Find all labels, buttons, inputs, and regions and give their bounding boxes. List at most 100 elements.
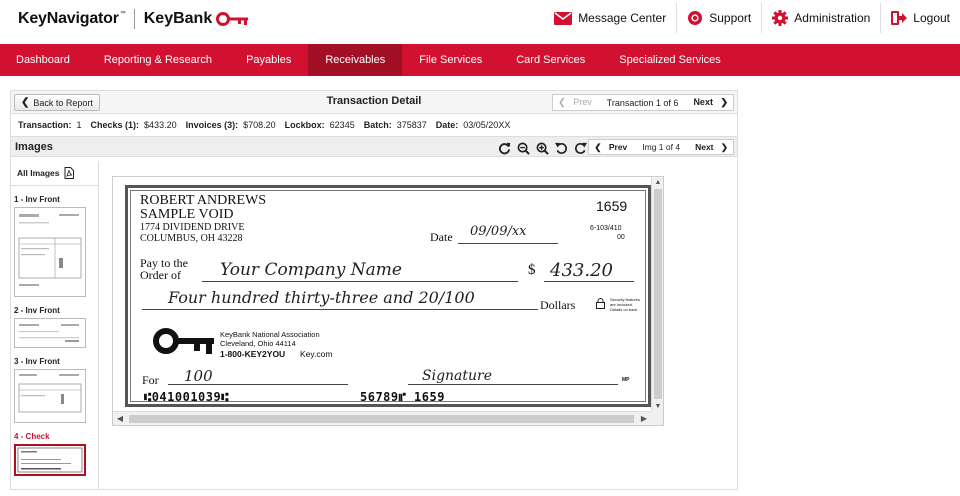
message-center-label: Message Center [578,11,667,25]
nav-payables[interactable]: Payables [229,44,308,76]
vertical-scrollbar[interactable]: ▲ ▼ [651,177,663,413]
checks-label: Checks (1): [90,120,140,130]
nav-receivables[interactable]: Receivables [308,44,403,76]
invoices-label: Invoices (3): [185,120,239,130]
zoom-out-icon [517,142,530,155]
thumbnail-3[interactable] [14,369,86,423]
images-title: Images [15,141,53,153]
top-links: Message Center Support Administration Lo… [544,3,960,33]
scroll-left-icon[interactable]: ◀ [113,412,127,426]
check-written-amount: Four hundred thirty-three and 20/100 [168,288,475,307]
administration-link[interactable]: Administration [761,3,880,33]
thumbnail-1[interactable] [14,207,86,297]
envelope-icon [554,11,573,25]
nav-reporting-research[interactable]: Reporting & Research [87,44,229,76]
check-dollars-label: Dollars [540,298,576,312]
check-payee: Your Company Name [220,260,402,280]
check-image: ROBERT ANDREWS SAMPLE VOID 1774 DIVIDEND… [125,185,651,407]
check-order-of-label: Order of [140,268,181,282]
next-image-button[interactable]: Next ❯ [685,142,733,153]
thumb-label-1: 1 - Inv Front [14,195,60,204]
prev-transaction-label: Prev [573,97,592,107]
brand-separator [133,9,135,29]
lifebuoy-icon [688,11,703,25]
rotate-right-icon [574,142,587,154]
check-bank-city: Cleveland, Ohio 44114 [220,339,296,348]
check-payee-line [202,281,518,282]
pdf-icon [64,167,74,179]
zoom-in-button[interactable] [534,140,550,156]
thumbnail-4[interactable] [14,444,86,476]
transaction-value: 1 [76,120,82,130]
refresh-button[interactable] [496,140,512,156]
message-center-link[interactable]: Message Center [544,3,676,33]
nav-dashboard[interactable]: Dashboard [0,44,87,76]
refresh-icon [498,142,510,154]
nav-card-services[interactable]: Card Services [499,44,602,76]
scrollbar-corner [651,411,663,425]
transaction-label: Transaction: [18,120,72,130]
nav-specialized-services[interactable]: Specialized Services [602,44,738,76]
all-images-button[interactable]: All Images [11,161,98,186]
support-link[interactable]: Support [676,3,761,33]
check-date-label: Date [430,230,453,244]
check-micr-routing: ⑆041001039⑆ [144,390,229,404]
rotate-right-button[interactable] [572,140,588,156]
check-signature-line [408,384,618,385]
zoom-out-button[interactable] [515,140,531,156]
image-viewer[interactable]: ROBERT ANDREWS SAMPLE VOID 1774 DIVIDEND… [112,176,664,426]
nav-file-services[interactable]: File Services [402,44,499,76]
checks-value: $433.20 [144,120,177,130]
thumb-label-2: 2 - Inv Front [14,306,60,315]
zoom-in-icon [536,142,549,155]
transaction-summary: Transaction: 1 Checks (1): $433.20 Invoi… [11,114,737,137]
check-bank-phone: 1-800-KEY2YOU [220,349,286,359]
check-written-line [142,309,538,310]
vertical-scroll-thumb[interactable] [654,189,662,399]
check-signature: Signature [422,368,493,384]
check-date-line [458,243,558,244]
check-dollar-sign: $ [528,262,536,278]
support-label: Support [709,11,752,25]
scroll-right-icon[interactable]: ▶ [637,412,651,426]
thumbnail-2[interactable] [14,318,86,348]
check-memo: 100 [184,367,213,385]
thumbnail-sidebar: All Images 1 - Inv Front 2 - Inv Front 3… [11,161,99,489]
horizontal-scrollbar[interactable]: ◀ ▶ [113,411,653,425]
check-date-value: 09/09/xx [470,224,527,239]
top-header: KeyNavigator ™ KeyBank Message Center Su… [0,0,960,44]
key-logo-icon [216,12,249,26]
brand-trademark: ™ [119,11,126,17]
check-mp: MP [622,377,630,383]
check-for-label: For [142,373,159,387]
date-label: Date: [435,120,459,130]
all-images-label: All Images [17,168,60,178]
rotate-left-icon [554,142,567,154]
batch-value: 375837 [396,120,427,130]
horizontal-scroll-thumb[interactable] [129,415,634,423]
check-number: 1659 [596,198,628,214]
prev-image-label: Prev [608,141,628,152]
check-bank-site: Key.com [300,349,333,359]
images-body: All Images 1 - Inv Front 2 - Inv Front 3… [11,161,737,489]
check-fraction-sub: 00 [617,234,625,241]
thumb-label-3: 3 - Inv Front [14,357,60,366]
next-transaction-button[interactable]: Next ❯ [683,97,733,108]
scroll-up-icon[interactable]: ▲ [652,177,664,189]
check-security-note: Security features are included. Details … [610,297,641,312]
image-pager: ❮ Prev Img 1 of 4 Next ❯ [588,139,734,155]
check-amount-line [544,281,634,282]
prev-image-button[interactable]: ❮ Prev [589,142,637,153]
lockbox-value: 62345 [329,120,355,130]
bank-name: KeyBank [143,10,213,27]
prev-transaction-button[interactable]: ❮ Prev [553,97,602,108]
brand-logo[interactable]: KeyNavigator ™ KeyBank [18,8,250,30]
invoice-thumbnail-icon [18,214,82,286]
keybank-key-icon [153,328,214,354]
logout-link[interactable]: Logout [880,3,960,33]
transaction-pager: ❮ Prev Transaction 1 of 6 Next ❯ [552,94,734,111]
rotate-left-button[interactable] [553,140,569,156]
images-toolbar: Images ❮ Prev Img 1 of 4 Next ❯ [11,137,737,157]
invoice-thumbnail-icon [19,324,79,342]
check-void-line: SAMPLE VOID [140,207,234,222]
